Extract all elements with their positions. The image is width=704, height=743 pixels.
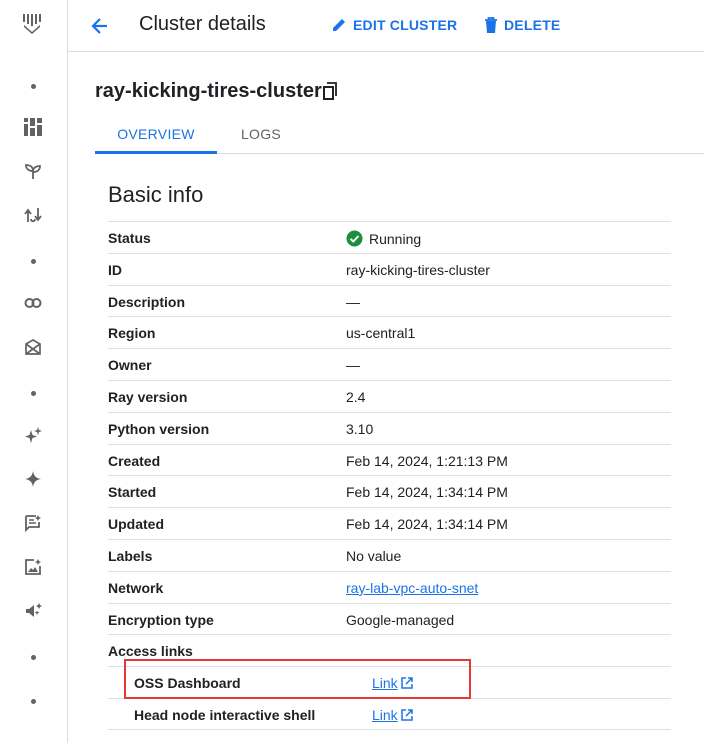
info-row-id: ID ray-kicking-tires-cluster	[108, 252, 671, 285]
info-key: Ray version	[108, 388, 188, 405]
back-arrow-button[interactable]	[86, 12, 114, 40]
info-row-owner: Owner —	[108, 348, 671, 380]
highlight-box	[124, 659, 471, 699]
info-value: Feb 14, 2024, 1:34:14 PM	[346, 516, 508, 533]
access-link-value: Link	[372, 707, 413, 723]
sparkles-icon[interactable]	[22, 424, 44, 446]
info-row-network: Network ray-lab-vpc-auto-snet	[108, 570, 671, 603]
info-value: us-central1	[346, 325, 416, 342]
info-row-ray-version: Ray version 2.4	[108, 379, 671, 412]
link-text: Link	[372, 706, 398, 723]
info-key: Description	[108, 293, 186, 310]
info-row-updated: Updated Feb 14, 2024, 1:34:14 PM	[108, 507, 671, 539]
info-row-region: Region us-central1	[108, 316, 671, 348]
basic-info-table: Status Running ID ray-kicking-tires-clus…	[108, 221, 671, 730]
info-key: Python version	[108, 420, 210, 437]
delete-button[interactable]: DELETE	[484, 14, 560, 36]
vision-image-icon[interactable]	[22, 556, 44, 578]
top-bar: Cluster details EDIT CLUSTER DELETE	[68, 0, 704, 52]
delete-label: DELETE	[504, 17, 561, 33]
info-row-description: Description —	[108, 284, 671, 317]
network-link[interactable]: ray-lab-vpc-auto-snet	[346, 580, 478, 596]
gemini-star-icon[interactable]	[22, 468, 44, 490]
status-value: Running	[346, 230, 421, 247]
info-value: No value	[346, 547, 402, 564]
status-text: Running	[369, 230, 422, 247]
info-value: —	[346, 357, 360, 374]
basic-info-heading: Basic info	[108, 182, 204, 207]
left-nav-rail	[0, 0, 68, 743]
model-garden-sprout-icon[interactable]	[22, 160, 44, 182]
info-key: Network	[108, 579, 164, 596]
info-value: Feb 14, 2024, 1:21:13 PM	[346, 452, 508, 469]
vertex-ai-logo-icon[interactable]	[20, 10, 46, 36]
colab-icon[interactable]	[22, 292, 44, 314]
info-key: ID	[108, 261, 122, 278]
nav-separator-dot	[31, 84, 36, 89]
info-row-encryption-type: Encryption type Google-managed	[108, 602, 671, 635]
info-key: Region	[108, 325, 156, 342]
info-value: 2.4	[346, 388, 366, 405]
access-link-key: Head node interactive shell	[134, 706, 316, 723]
open-in-new-icon	[400, 709, 413, 721]
tab-logs[interactable]: LOGS	[231, 116, 291, 154]
info-value: —	[346, 293, 360, 310]
workbench-icon[interactable]	[22, 336, 44, 358]
edit-cluster-button[interactable]: EDIT CLUSTER	[331, 14, 457, 36]
nav-separator-dot	[31, 699, 36, 704]
arrow-back-icon	[91, 18, 107, 34]
speech-audio-icon[interactable]	[22, 600, 44, 622]
access-link-row-head-node-shell: Head node interactive shell Link	[108, 697, 671, 730]
info-key: Status	[108, 230, 151, 246]
trash-icon	[485, 17, 497, 33]
info-value: 3.10	[346, 420, 374, 437]
info-row-created: Created Feb 14, 2024, 1:21:13 PM	[108, 443, 671, 476]
pencil-icon	[333, 19, 345, 31]
info-key: Owner	[108, 357, 152, 374]
info-row-python-version: Python version 3.10	[108, 411, 671, 444]
tab-overview[interactable]: OVERVIEW	[95, 116, 217, 154]
info-value: ray-kicking-tires-cluster	[346, 261, 490, 278]
nav-separator-dot	[31, 655, 36, 660]
info-value: Feb 14, 2024, 1:34:14 PM	[346, 484, 508, 501]
info-row-status: Status Running	[108, 221, 671, 253]
edit-cluster-label: EDIT CLUSTER	[353, 17, 458, 33]
info-value: Google-managed	[346, 611, 455, 628]
info-key: Labels	[108, 547, 153, 564]
info-row-labels: Labels No value	[108, 538, 671, 571]
info-key: Created	[108, 452, 161, 469]
copy-icon[interactable]	[322, 82, 342, 102]
prompt-design-icon[interactable]	[22, 512, 44, 534]
info-key: Started	[108, 484, 157, 501]
check-circle-icon	[346, 230, 363, 247]
info-row-started: Started Feb 14, 2024, 1:34:14 PM	[108, 475, 671, 507]
tab-bar: OVERVIEW LOGS	[95, 116, 704, 154]
pipelines-icon[interactable]	[22, 204, 44, 226]
nav-separator-dot	[31, 391, 36, 396]
cluster-name-heading: ray-kicking-tires-cluster	[95, 80, 322, 102]
info-key: Encryption type	[108, 611, 214, 628]
dashboard-icon[interactable]	[22, 116, 44, 138]
info-key: Updated	[108, 516, 164, 533]
nav-separator-dot	[31, 259, 36, 264]
head-node-shell-link[interactable]: Link	[372, 707, 413, 723]
info-key: Access links	[108, 643, 193, 660]
page-title: Cluster details	[139, 13, 266, 35]
